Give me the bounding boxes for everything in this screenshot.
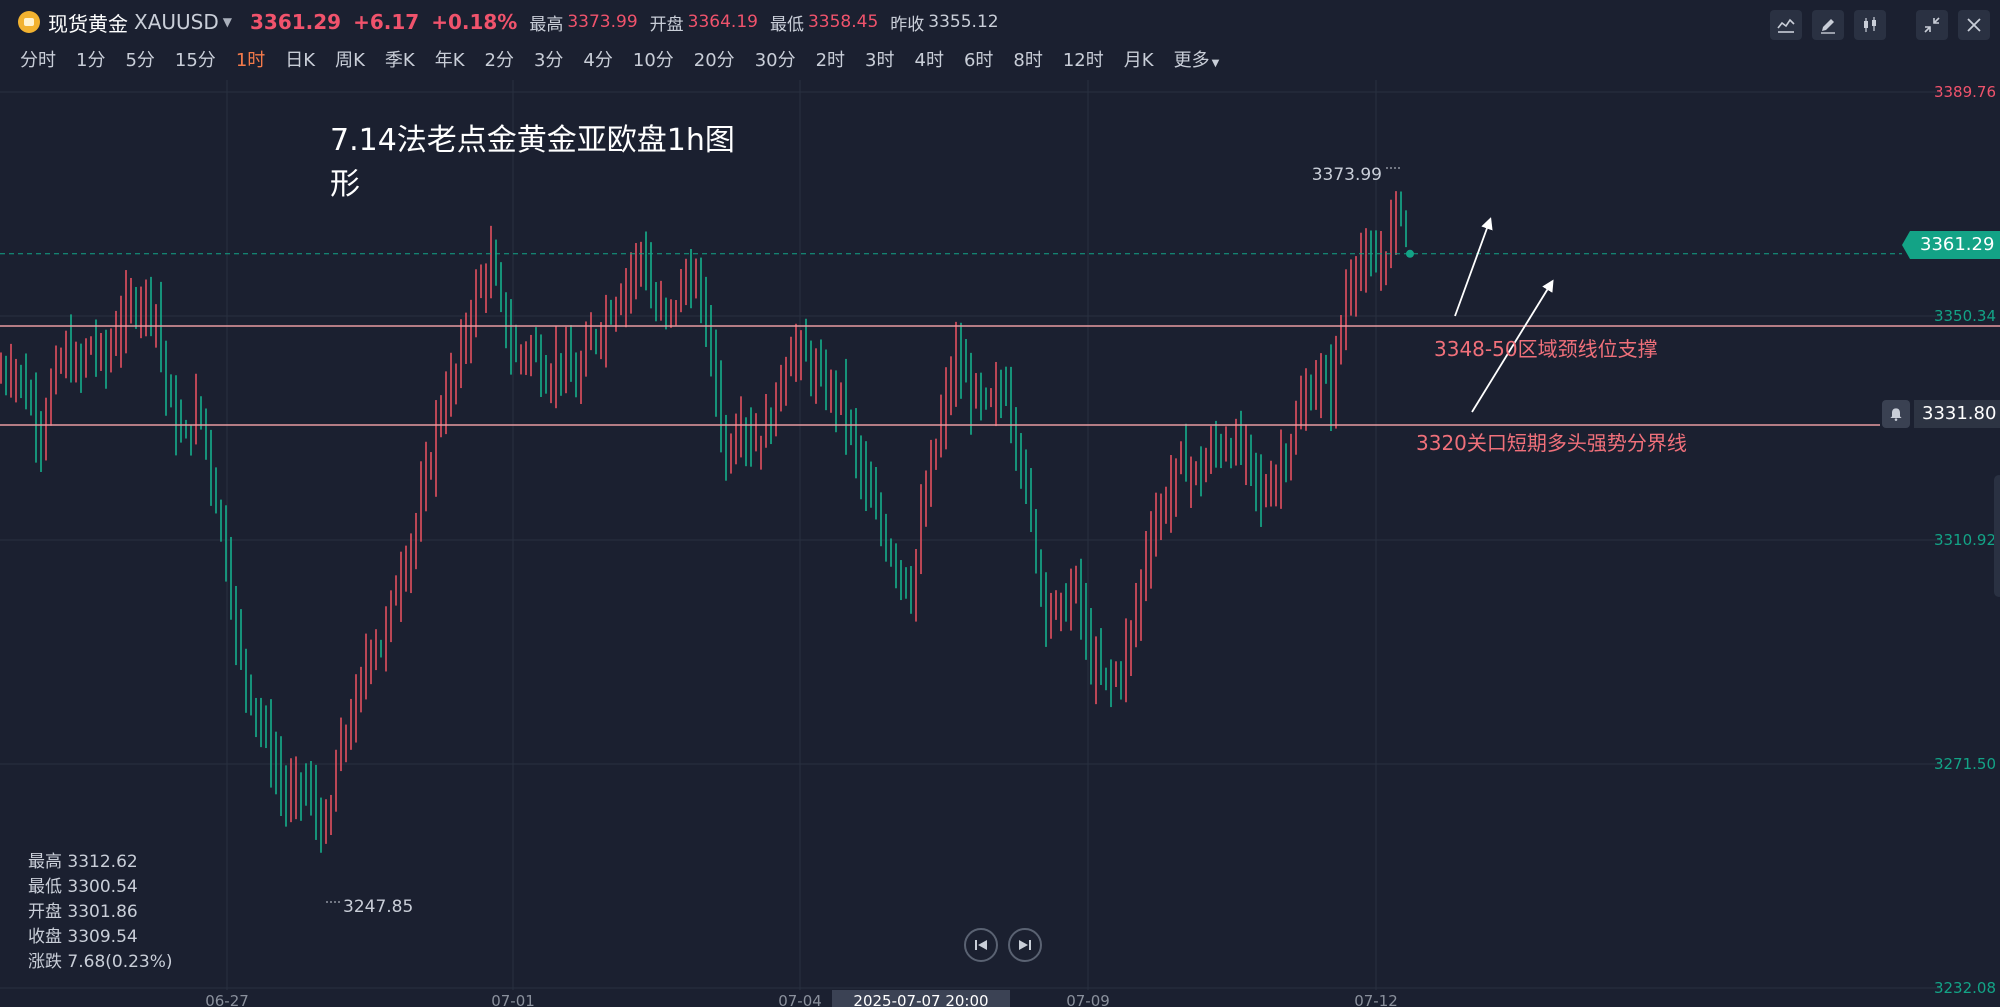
symbol-selector[interactable]: 现货黄金 XAUUSD ▼ — [18, 8, 232, 37]
period-tab[interactable]: 1分 — [66, 46, 115, 72]
period-tab[interactable]: 年K — [425, 46, 475, 72]
quote-header: 现货黄金 XAUUSD ▼ 3361.29 +6.17 +0.18% 最高 33… — [0, 0, 2000, 44]
x-tick-label: 06-27 — [205, 992, 249, 1007]
skip-forward-icon — [1019, 940, 1031, 950]
chart-title-line1: 7.14法老点金黄金亚欧盘1h图 — [330, 123, 735, 158]
symbol-code: XAUUSD — [134, 10, 219, 34]
close-button[interactable] — [1958, 10, 1990, 40]
period-tab[interactable]: 1时 — [226, 46, 275, 72]
draw-button[interactable] — [1812, 10, 1844, 40]
chevron-down-icon: ▼ — [1211, 58, 1220, 69]
period-tab[interactable]: 2时 — [806, 46, 855, 72]
current-price-dot — [1406, 249, 1414, 258]
max-price-label: 3373.99 — [1312, 165, 1382, 185]
indicator-icon — [1777, 18, 1795, 33]
period-tab[interactable]: 日K — [275, 46, 325, 72]
period-tab[interactable]: 5分 — [115, 46, 164, 72]
period-tab[interactable]: 月K — [1114, 46, 1164, 72]
candlestick-chart[interactable]: 3389.76 3350.34 3310.92 3271.50 3232.08 06-27… — [0, 80, 2000, 1007]
period-tab[interactable]: 季K — [375, 46, 425, 72]
alert-price-tag[interactable]: 3331.80 — [1882, 400, 2000, 428]
bell-icon[interactable] — [1882, 400, 1910, 428]
crosshair-date-label: 2025-07-07 20:00 — [853, 992, 988, 1007]
prev-close-label: 昨收 — [890, 14, 925, 35]
symbol-name: 现货黄金 — [48, 11, 128, 36]
pencil-icon — [1821, 19, 1835, 34]
period-tab[interactable]: 分时 — [10, 46, 66, 72]
ohlc-close: 收盘 3309.54 — [28, 927, 138, 947]
period-tab[interactable]: 更多 ▼ — [1164, 46, 1230, 72]
x-tick-label: 07-04 — [778, 992, 822, 1007]
period-tab[interactable]: 周K — [325, 46, 375, 72]
annotation-neckline-support: 3348-50区域颈线位支撑 — [1434, 337, 1658, 361]
price-change-pct: +0.18% — [431, 10, 518, 34]
indicator-button[interactable] — [1770, 10, 1802, 40]
period-tabs: 分时 1分 5分 15分 1时 日K 周K 季K 年K 2分 3分 4分 10分 20分 30分 2时 3时 4时… — [10, 44, 1229, 74]
chart-title-line2: 形 — [330, 167, 360, 202]
y-tick-label: 3271.50 — [1934, 755, 1996, 773]
current-price-tag: 3361.29 — [1902, 231, 2000, 259]
shrink-icon — [1924, 17, 1940, 33]
close-icon — [1967, 18, 1981, 32]
candlestick-icon — [1864, 17, 1876, 32]
high-value: 3373.99 — [567, 12, 638, 32]
price-axis-scroll-handle[interactable] — [1994, 475, 2000, 597]
low-value: 3358.45 — [807, 12, 879, 32]
period-tab[interactable]: 8时 — [1003, 46, 1052, 72]
x-tick-label: 07-12 — [1354, 992, 1398, 1007]
skip-back-button[interactable] — [964, 928, 998, 962]
period-tab[interactable]: 3分 — [524, 46, 573, 72]
alert-price-value: 3331.80 — [1914, 400, 2000, 428]
y-tick-label: 3350.34 — [1934, 307, 1996, 325]
period-tab[interactable]: 15分 — [165, 46, 226, 72]
open-value: 3364.19 — [687, 12, 758, 32]
shrink-button[interactable] — [1916, 10, 1948, 40]
high-label: 最高 — [529, 14, 564, 35]
annotation-boundary: 3320关口短期多头强势分界线 — [1416, 431, 1687, 455]
y-tick-label: 3310.92 — [1934, 531, 1996, 549]
skip-back-icon — [975, 940, 987, 950]
x-tick-label: 07-09 — [1066, 992, 1110, 1007]
period-tab[interactable]: 4时 — [905, 46, 954, 72]
y-tick-label: 3389.76 — [1934, 83, 1996, 101]
period-tab[interactable]: 30分 — [745, 46, 806, 72]
playback-controls — [964, 928, 1052, 962]
chevron-down-icon[interactable]: ▼ — [223, 15, 232, 29]
low-label: 最低 — [769, 14, 804, 35]
period-tab[interactable]: 3时 — [855, 46, 904, 72]
x-tick-label: 07-01 — [491, 992, 535, 1007]
ohlc-change: 涨跌 7.68(0.23%) — [28, 952, 173, 972]
y-tick-label: 3232.08 — [1934, 979, 1996, 997]
ohlc-open: 开盘 3301.86 — [28, 902, 138, 922]
open-label: 开盘 — [649, 14, 684, 35]
ohlc-low: 最低 3300.54 — [28, 877, 138, 897]
period-tab[interactable]: 4分 — [573, 46, 622, 72]
period-tab[interactable]: 2分 — [475, 46, 524, 72]
ohlc-high: 最高 3312.62 — [28, 852, 138, 872]
min-price-label: 3247.85 — [343, 897, 413, 917]
candle-type-button[interactable] — [1854, 10, 1886, 40]
period-tab[interactable]: 10分 — [623, 46, 684, 72]
period-tab[interactable]: 6时 — [954, 46, 1003, 72]
arrow-up-1 — [1454, 217, 1493, 317]
toolbar — [1770, 10, 2000, 40]
price-change: +6.17 — [353, 10, 420, 34]
last-price: 3361.29 — [250, 10, 342, 34]
skip-forward-button[interactable] — [1008, 928, 1042, 962]
prev-close-value: 3355.12 — [928, 12, 999, 32]
ohlc-info-panel: 最高 3312.62 最低 3300.54 开盘 3301.86 收盘 3309… — [28, 850, 173, 975]
period-tab[interactable]: 12时 — [1053, 46, 1114, 72]
period-tab[interactable]: 20分 — [684, 46, 745, 72]
gold-logo-icon — [18, 11, 40, 33]
